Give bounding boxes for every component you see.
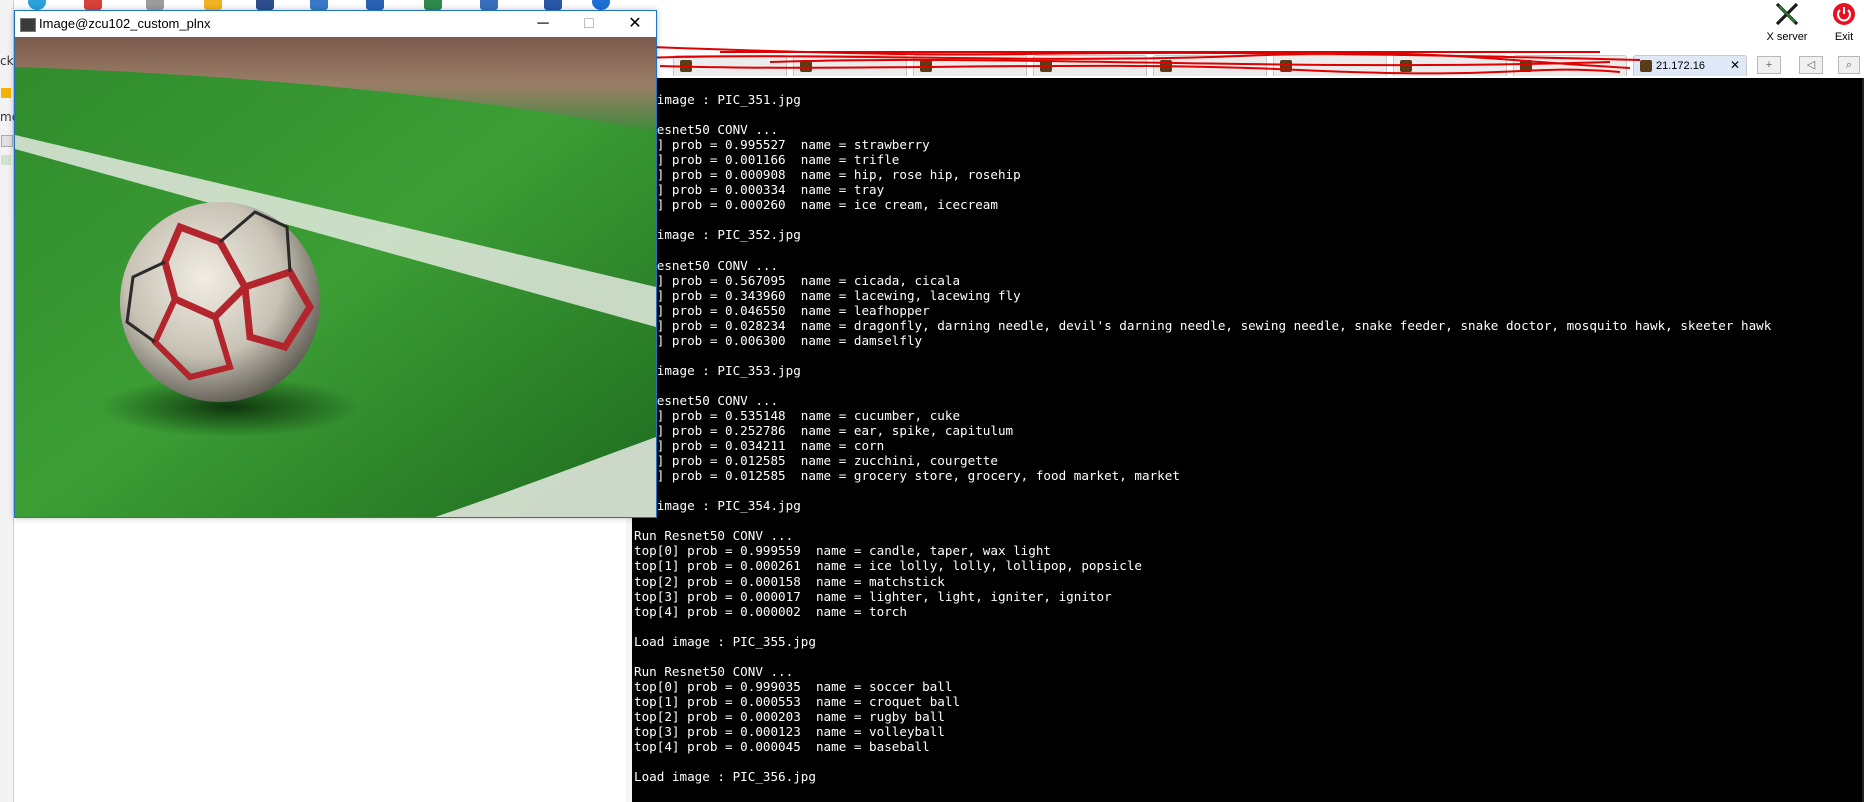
terminal-line: Load image : PIC_356.jpg [634, 769, 816, 785]
help-icon[interactable] [592, 0, 610, 10]
terminal-text: ad image : PIC_351.jpg Resnet50 CONV ...… [634, 92, 1771, 802]
terminal-line: Run Resnet50 CONV ... [634, 528, 794, 544]
maximize-button[interactable]: □ [566, 11, 612, 37]
attach-icon[interactable]: ⌕ [1838, 56, 1860, 74]
window-app-icon [20, 18, 36, 32]
terminal-tab[interactable] [1393, 55, 1507, 76]
terminal-line: top[0] prob = 0.999035 name = soccer bal… [634, 678, 953, 694]
exit-button[interactable]: Exit [1824, 2, 1864, 43]
xserver-x-icon [1775, 2, 1799, 26]
star-icon[interactable] [204, 0, 222, 10]
exit-label: Exit [1834, 31, 1854, 43]
app-icon[interactable] [146, 0, 164, 10]
terminal-line: [2] prob = 0.034211 name = corn [642, 438, 885, 454]
terminal-line: top[4] prob = 0.000002 name = torch [634, 603, 907, 619]
terminal-line: [2] prob = 0.000908 name = hip, rose hip… [642, 167, 1021, 183]
terminal-line: [4] prob = 0.012585 name = grocery store… [642, 468, 1180, 484]
terminal-session-icon [1400, 60, 1412, 72]
terminal-line: top[3] prob = 0.000017 name = lighter, l… [634, 588, 1112, 604]
terminal-line: top[2] prob = 0.000158 name = matchstick [634, 573, 945, 589]
file-icon[interactable] [1, 135, 13, 147]
photo-image [15, 37, 656, 517]
tab-close-icon[interactable]: ✕ [1730, 58, 1740, 72]
new-tab-button[interactable]: + [1757, 56, 1781, 74]
terminal-tab[interactable] [1273, 55, 1387, 76]
terminal-line: top[3] prob = 0.000123 name = volleyball [634, 723, 945, 739]
soccer-ball-photo [15, 37, 656, 517]
terminal-line: ad image : PIC_354.jpg [634, 498, 801, 514]
terminal-line: [0] prob = 0.535148 name = cucumber, cuk… [642, 407, 961, 423]
terminal-line: ad image : PIC_353.jpg [634, 362, 801, 378]
terminal-line: [1] prob = 0.252786 name = ear, spike, c… [642, 423, 1014, 439]
image-window[interactable]: Image@zcu102_custom_plnx ─ □ ✕ [14, 10, 657, 518]
app-icon[interactable] [28, 0, 46, 10]
terminal-line: ad image : PIC_352.jpg [634, 227, 801, 243]
terminal-line: top[2] prob = 0.000203 name = rugby ball [634, 708, 945, 724]
app-icon[interactable] [256, 0, 274, 10]
terminal-line: [1] prob = 0.001166 name = trifle [642, 152, 900, 168]
terminal-tab-bar: 21.172.16 ✕ [655, 53, 1864, 76]
tab-label: 21.172.16 [1656, 60, 1705, 72]
terminal-line: [1] prob = 0.343960 name = lacewing, lac… [642, 287, 1021, 303]
terminal-line: [4] prob = 0.000260 name = ice cream, ic… [642, 197, 998, 213]
terminal-output[interactable]: ad image : PIC_351.jpg Resnet50 CONV ...… [626, 78, 1864, 802]
terminal-line: [0] prob = 0.995527 name = strawberry [642, 137, 930, 153]
xserver-label: X server [1766, 31, 1808, 43]
app-icon[interactable] [480, 0, 498, 10]
terminal-session-icon [1280, 60, 1292, 72]
terminal-line: top[4] prob = 0.000045 name = baseball [634, 739, 930, 755]
terminal-line: [3] prob = 0.028234 name = dragonfly, da… [642, 317, 1772, 333]
terminal-tab[interactable] [1153, 55, 1267, 76]
terminal-session-icon [1160, 60, 1172, 72]
terminal-session-icon [1520, 60, 1532, 72]
terminal-session-icon [680, 60, 692, 72]
minimize-button[interactable]: ─ [520, 11, 566, 37]
left-strip-fragment: ck [0, 54, 14, 68]
window-titlebar[interactable]: Image@zcu102_custom_plnx ─ □ ✕ [15, 11, 656, 37]
terminal-line: Run Resnet50 CONV ... [634, 663, 794, 679]
app-icon[interactable] [310, 0, 328, 10]
gear-icon[interactable] [544, 0, 562, 10]
terminal-session-icon [800, 60, 812, 72]
terminal-tab[interactable] [793, 55, 907, 76]
terminal-tab[interactable] [1513, 55, 1627, 76]
terminal-session-icon [920, 60, 932, 72]
app-icon[interactable] [424, 0, 442, 10]
xserver-button[interactable]: X server [1754, 2, 1820, 43]
arrows-icon[interactable] [366, 0, 384, 10]
close-button[interactable]: ✕ [612, 11, 658, 37]
terminal-line: ad image : PIC_351.jpg [634, 92, 801, 107]
terminal-line: [3] prob = 0.012585 name = zucchini, cou… [642, 453, 998, 469]
terminal-tab-active[interactable]: 21.172.16 ✕ [1633, 55, 1747, 76]
tab-scroll-left-button[interactable]: ◁ [1799, 56, 1823, 74]
terminal-line: [4] prob = 0.006300 name = damselfly [642, 332, 923, 348]
window-title: Image@zcu102_custom_plnx [39, 16, 211, 31]
folder-icon[interactable] [1, 88, 11, 98]
terminal-line: top[0] prob = 0.999559 name = candle, ta… [634, 543, 1052, 559]
terminal-tab[interactable] [673, 55, 787, 76]
terminal-tab[interactable] [913, 55, 1027, 76]
terminal-line: top[1] prob = 0.000553 name = croquet ba… [634, 693, 961, 709]
file-icon[interactable] [1, 155, 11, 165]
left-app-strip: ck me [0, 0, 19, 802]
terminal-session-icon [1040, 60, 1052, 72]
terminal-session-icon [1640, 60, 1652, 72]
terminal-line: [2] prob = 0.046550 name = leafhopper [642, 302, 930, 318]
terminal-line: top[1] prob = 0.000261 name = ice lolly,… [634, 558, 1142, 574]
terminal-line: Load image : PIC_355.jpg [634, 633, 816, 649]
terminal-tab[interactable] [1033, 55, 1147, 76]
power-icon [1833, 3, 1855, 25]
terminal-line: [0] prob = 0.567095 name = cicada, cical… [642, 272, 961, 288]
app-icon[interactable] [84, 0, 102, 10]
xserver-tray: X server Exit [1754, 0, 1864, 50]
terminal-line: [3] prob = 0.000334 name = tray [642, 182, 885, 198]
